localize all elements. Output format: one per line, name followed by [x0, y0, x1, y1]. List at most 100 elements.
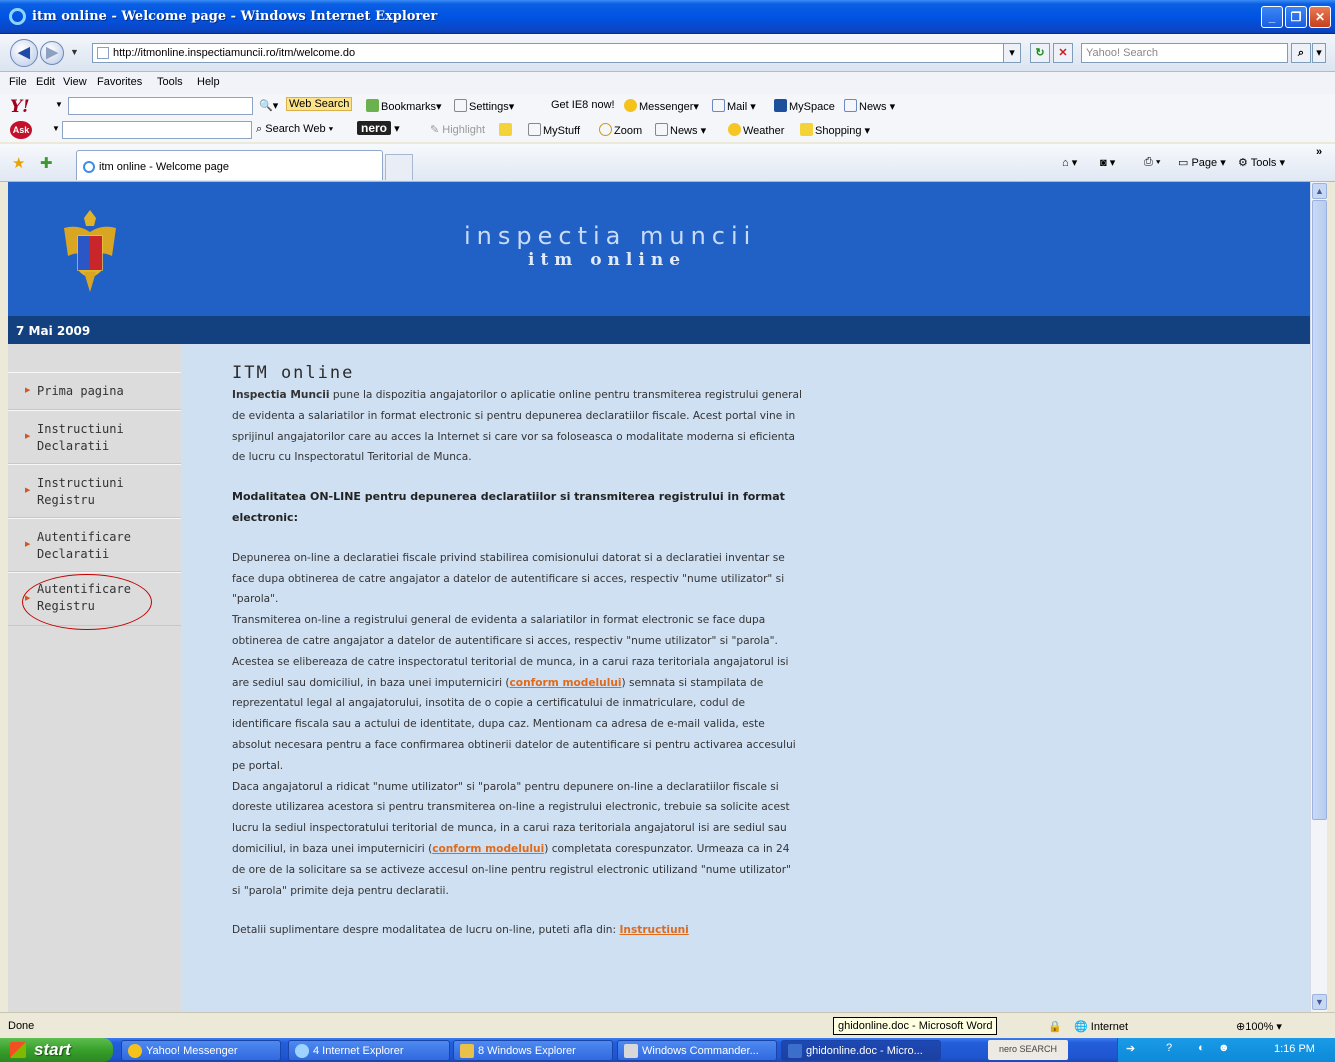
messenger-button[interactable]: Messenger▾ — [624, 99, 699, 113]
nero-logo-icon: nero — [357, 121, 392, 135]
globe-icon: 🌐 — [1074, 1021, 1088, 1033]
highlighter-icon: ✎ — [430, 124, 440, 136]
sidebar-item-autentificare-declaratii[interactable]: ▶ Autentificare Declaratii — [8, 518, 181, 572]
volume-icon[interactable]: ◐ — [1198, 1042, 1205, 1054]
weather-button[interactable]: Weather — [728, 123, 784, 137]
nero-button[interactable]: nero ▾ — [357, 121, 400, 135]
taskbar-item-yahoo-messenger[interactable]: Yahoo! Messenger — [121, 1040, 281, 1061]
conform-modelului-link[interactable]: conform modelului — [510, 677, 622, 689]
window-title-bar[interactable]: itm online - Welcome page - Windows Inte… — [0, 0, 1335, 34]
menu-tools[interactable]: Tools — [157, 76, 183, 88]
ask-toolbar-search-input[interactable] — [62, 121, 252, 139]
menu-help[interactable]: Help — [197, 76, 220, 88]
settings-button[interactable]: Settings▾ — [454, 99, 514, 113]
close-button[interactable]: ✕ — [1309, 6, 1331, 28]
news-button[interactable]: News ▾ — [844, 99, 895, 113]
menu-view[interactable]: View — [63, 76, 87, 88]
page-menu-button[interactable]: ▭ Page ▾ — [1178, 156, 1226, 169]
sidebar-item-prima-pagina[interactable]: ▶ Prima pagina — [8, 372, 181, 410]
yahoo-menu-dropdown-icon[interactable]: ▼ — [55, 100, 63, 109]
back-button[interactable]: ◀ — [10, 39, 38, 67]
home-icon[interactable]: ⌂ ▾ — [1062, 156, 1077, 169]
tab-itm-online[interactable]: itm online - Welcome page — [76, 150, 383, 180]
menu-favorites[interactable]: Favorites — [97, 76, 142, 88]
menu-edit[interactable]: Edit — [36, 76, 55, 88]
search-options-dropdown-icon[interactable]: ▾ — [1312, 43, 1326, 63]
tools-menu-button[interactable]: ⚙ Tools ▾ — [1238, 156, 1285, 169]
main-content: ITM online Inspectia Muncii pune la disp… — [232, 362, 802, 941]
add-favorites-icon[interactable]: ✚ — [40, 154, 53, 172]
nero-search-box[interactable]: nero SEARCH — [988, 1040, 1068, 1060]
recent-pages-dropdown-icon[interactable]: ▼ — [70, 47, 79, 57]
print-icon[interactable]: ⎙ ▾ — [1144, 156, 1160, 169]
weather-icon — [728, 123, 741, 136]
favorites-star-icon[interactable]: ★ — [12, 154, 25, 172]
toolbar-overflow-icon[interactable]: » — [1316, 146, 1322, 158]
internet-explorer-icon — [9, 8, 26, 25]
instructiuni-link[interactable]: Instructiuni — [619, 924, 688, 936]
address-bar[interactable]: http://itmonline.inspectiamuncii.ro/itm/… — [92, 43, 1020, 63]
ask-menu-dropdown-icon[interactable]: ▼ — [52, 124, 60, 133]
romanian-coat-of-arms-icon — [64, 210, 116, 292]
taskbar-item-windows-explorer[interactable]: 8 Windows Explorer — [453, 1040, 613, 1061]
address-dropdown-button[interactable]: ▾ — [1003, 43, 1021, 63]
feeds-icon[interactable]: ◙ ▾ — [1100, 156, 1115, 169]
news-icon — [844, 99, 857, 112]
conform-modelului-link-2[interactable]: conform modelului — [432, 843, 544, 855]
menu-file[interactable]: File — [9, 76, 27, 88]
sidebar-item-instructiuni-declaratii[interactable]: ▶ Instructiuni Declaratii — [8, 410, 181, 464]
vertical-scrollbar[interactable]: ▲ ▼ — [1310, 182, 1327, 1012]
arrow-right-icon: ▶ — [25, 541, 31, 548]
mail-button[interactable]: Mail ▾ — [712, 99, 756, 113]
forward-button[interactable]: ▶ — [40, 41, 64, 65]
notes-icon[interactable] — [499, 123, 514, 137]
protected-mode-icon[interactable]: 🔒 — [1048, 1020, 1062, 1033]
highlight-button[interactable]: ✎ Highlight — [430, 123, 485, 136]
internet-explorer-icon — [295, 1044, 309, 1058]
refresh-button[interactable]: ↻ — [1030, 43, 1050, 63]
yahoo-search-input[interactable]: Yahoo! Search — [1081, 43, 1288, 63]
messenger-icon — [624, 99, 637, 112]
yahoo-toolbar: Y! ▼ 🔍▾ Web Search Bookmarks▾ Settings▾ … — [0, 94, 1335, 118]
zoom-button[interactable]: Zoom — [599, 123, 642, 137]
scroll-up-icon[interactable]: ▲ — [1312, 183, 1327, 199]
search-icon[interactable]: ⌕ — [1291, 43, 1311, 63]
paragraph-detalii: Detalii suplimentare despre modalitatea … — [232, 924, 689, 937]
scroll-down-icon[interactable]: ▼ — [1312, 994, 1327, 1010]
start-button[interactable]: start — [0, 1038, 113, 1062]
intro-bold: Inspectia Muncii — [232, 389, 330, 401]
yahoo-toolbar-search-input[interactable] — [68, 97, 253, 115]
ask-toolbar: Ask ▼ ⌕ Search Web ▾ nero ▾ ✎ Highlight … — [0, 118, 1335, 142]
zoom-icon: ⊕ — [1236, 1021, 1246, 1033]
zoom-level[interactable]: ⊕100% ▾ — [1236, 1020, 1282, 1033]
word-document-icon — [788, 1044, 802, 1058]
network-icon[interactable]: ➔ — [1126, 1042, 1135, 1055]
scrollbar-thumb[interactable] — [1312, 200, 1327, 820]
search-web-button[interactable]: ⌕ Search Web ▾ — [256, 123, 333, 136]
myspace-button[interactable]: MySpace — [774, 99, 835, 113]
messenger-tray-icon[interactable]: ☻ — [1218, 1042, 1230, 1054]
search-icon: ⌕ — [256, 123, 263, 135]
system-tray: ➔ ? ◐ ☻ 1:16 PM — [1117, 1038, 1335, 1062]
ask-news-button[interactable]: News ▾ — [655, 123, 706, 137]
help-icon[interactable]: ? — [1166, 1042, 1172, 1054]
minimize-button[interactable]: _ — [1261, 6, 1283, 28]
shopping-button[interactable]: Shopping ▾ — [800, 123, 870, 137]
paragraph-activare: Daca angajatorul a ridicat "nume utiliza… — [232, 780, 791, 897]
taskbar-item-internet-explorer[interactable]: 4 Internet Explorer — [288, 1040, 450, 1061]
mystuff-button[interactable]: MyStuff — [528, 123, 580, 137]
taskbar-item-windows-commander[interactable]: Windows Commander... — [617, 1040, 777, 1061]
stop-button[interactable]: ✕ — [1053, 43, 1073, 63]
ask-logo-icon[interactable]: Ask — [10, 121, 32, 139]
sidebar-item-instructiuni-registru[interactable]: ▶ Instructiuni Registru — [8, 464, 181, 518]
section-heading: Modalitatea ON-LINE pentru depunerea dec… — [232, 490, 785, 524]
maximize-button[interactable]: ❐ — [1285, 6, 1307, 28]
get-ie8-link[interactable]: Get IE8 now! — [551, 99, 615, 111]
search-icon[interactable]: 🔍▾ — [259, 99, 278, 112]
new-tab-button[interactable] — [385, 154, 413, 180]
web-search-button[interactable]: Web Search — [286, 97, 353, 111]
bookmarks-button[interactable]: Bookmarks▾ — [366, 99, 442, 113]
arrow-right-icon: ▶ — [25, 487, 31, 494]
taskbar-item-word-document[interactable]: ghidonline.doc - Micro... — [781, 1040, 941, 1061]
yahoo-logo-icon[interactable]: Y! — [10, 97, 30, 117]
